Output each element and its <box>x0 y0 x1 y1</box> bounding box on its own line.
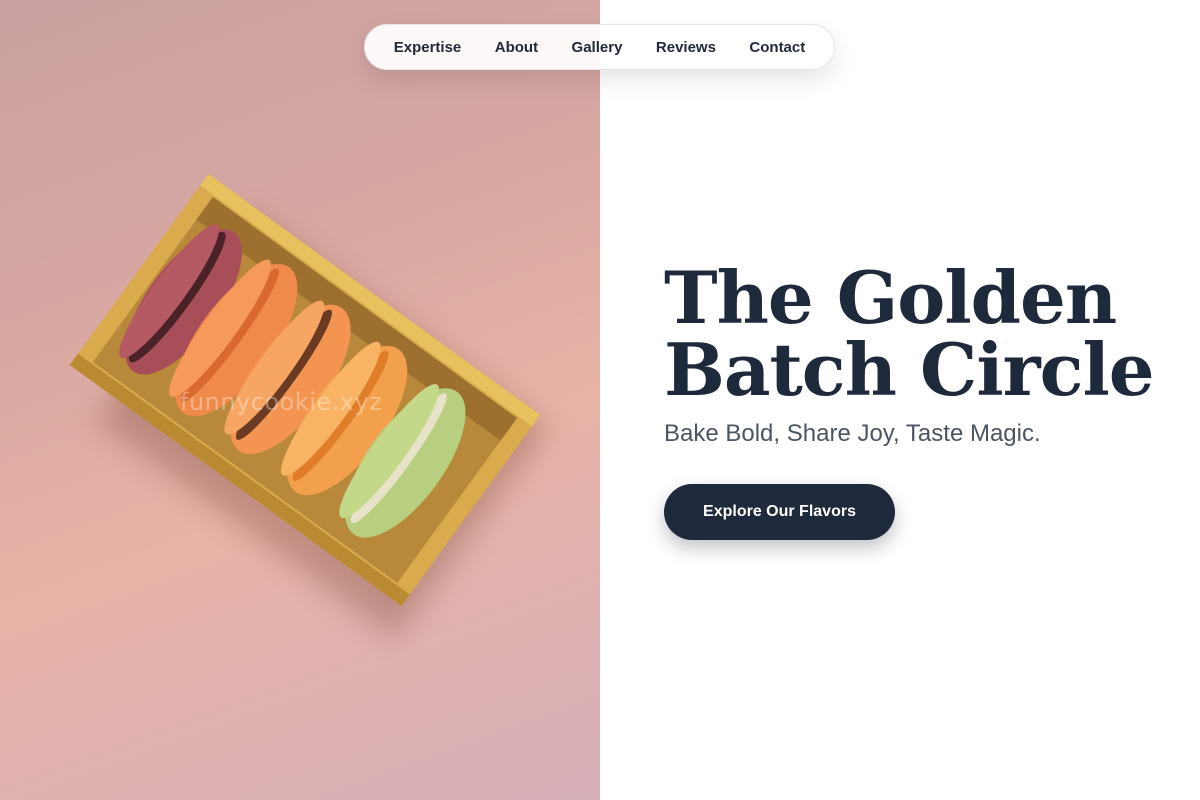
hero-title-line-1: The Golden <box>664 255 1117 340</box>
nav-link-contact[interactable]: Contact <box>743 35 811 60</box>
nav-link-gallery[interactable]: Gallery <box>566 35 629 60</box>
nav-link-expertise[interactable]: Expertise <box>388 35 468 60</box>
nav-link-reviews[interactable]: Reviews <box>650 35 722 60</box>
top-nav: Expertise About Gallery Reviews Contact <box>364 24 835 70</box>
nav-link-about[interactable]: About <box>489 35 544 60</box>
hero-subtitle: Bake Bold, Share Joy, Taste Magic. <box>664 420 1041 447</box>
hero-title: The Golden Batch Circle <box>664 262 1184 406</box>
explore-flavors-button[interactable]: Explore Our Flavors <box>664 484 895 540</box>
hero-image: funnycookie.xyz <box>0 0 600 800</box>
watermark: funnycookie.xyz <box>180 388 383 416</box>
hero-title-line-2: Batch Circle <box>664 327 1155 412</box>
